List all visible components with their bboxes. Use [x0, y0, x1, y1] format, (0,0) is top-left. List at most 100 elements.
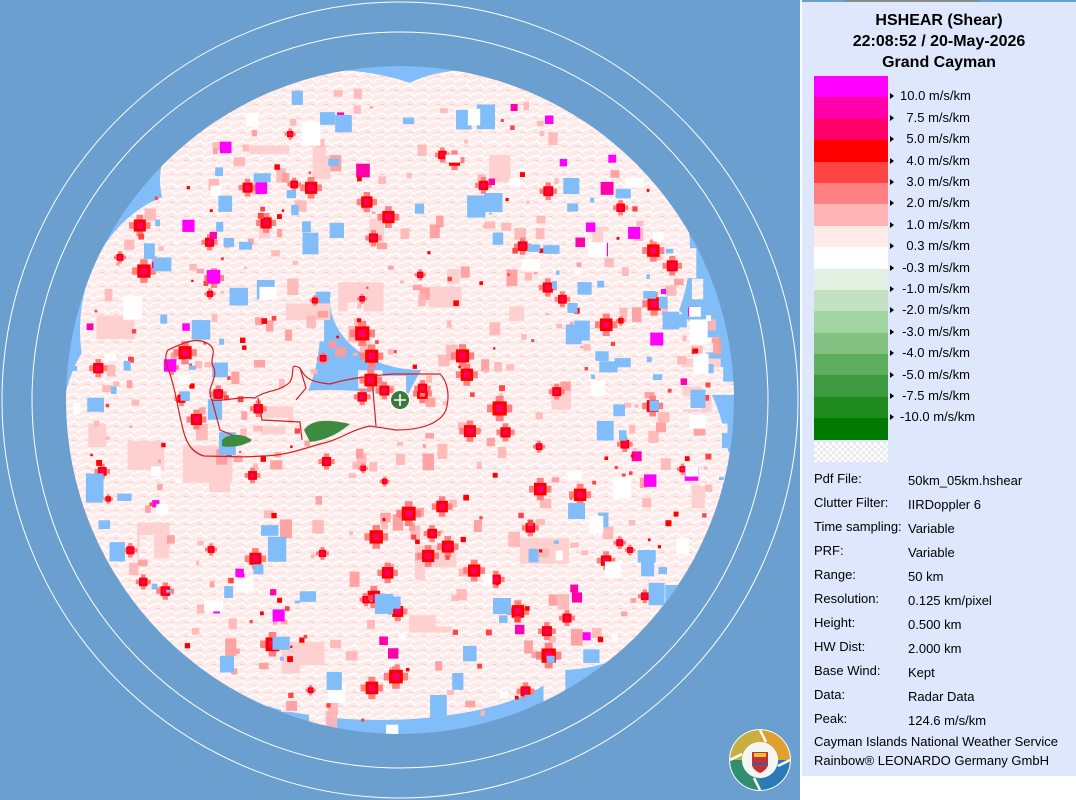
shear-fleck	[242, 345, 247, 350]
echo-speck	[157, 484, 163, 491]
echo-speck	[674, 278, 684, 286]
echo-speck	[677, 356, 687, 365]
echo-speck	[376, 242, 388, 250]
info-row: Range: 50 km	[814, 567, 1074, 585]
shear-fleck	[628, 471, 633, 475]
legend-tick-icon	[890, 221, 894, 228]
no-echo-patch	[604, 561, 622, 578]
no-echo-patch	[301, 121, 321, 146]
high-shear-fleck	[575, 237, 585, 248]
no-echo-patch	[591, 374, 596, 380]
echo-speck	[228, 618, 237, 630]
no-echo-patch	[386, 724, 399, 734]
no-echo-patch	[210, 185, 221, 197]
info-key: Data:	[814, 687, 846, 702]
legend-label: -4.0 m/s/km	[890, 345, 970, 360]
no-echo-patch	[253, 173, 271, 183]
echo-speck	[422, 453, 435, 471]
no-echo-patch	[527, 244, 541, 252]
echo-patch	[324, 582, 352, 604]
shear-fleck	[368, 595, 374, 601]
no-echo-patch	[294, 600, 300, 604]
shear-fleck	[277, 597, 283, 603]
echo-speck	[464, 139, 468, 144]
shear-fleck	[288, 692, 294, 698]
echo-speck	[157, 459, 161, 463]
legend-swatch	[814, 247, 888, 269]
legend-swatch	[814, 225, 888, 248]
echo-speck	[508, 531, 521, 547]
legend-tick-icon	[890, 328, 894, 335]
info-value: IIRDoppler 6	[908, 497, 981, 512]
shear-fleck	[294, 428, 300, 434]
no-echo-patch	[261, 525, 279, 536]
no-echo-patch	[719, 476, 724, 481]
radar-site-icon[interactable]	[390, 390, 410, 410]
echo-speck	[158, 246, 164, 251]
cayman-nws-logo-icon	[729, 729, 791, 791]
echo-speck	[196, 604, 205, 614]
no-echo-patch	[721, 432, 734, 449]
legend-tick-icon	[890, 200, 894, 207]
echo-patch	[525, 290, 537, 311]
shear-fleck	[512, 248, 518, 254]
shear-fleck	[667, 388, 672, 393]
info-row: Data: Radar Data	[814, 687, 1074, 705]
no-echo-patch	[319, 112, 335, 125]
legend-tick-icon	[890, 136, 894, 143]
no-echo-patch	[615, 188, 631, 199]
shear-fleck	[203, 281, 209, 286]
echo-speck	[220, 290, 224, 294]
info-value: 0.500 km	[908, 617, 962, 632]
echo-speck	[310, 369, 318, 375]
legend-label: 5.0 m/s/km	[890, 131, 970, 146]
echo-speck	[124, 239, 135, 250]
radar-map[interactable]	[0, 0, 800, 800]
shear-fleck	[520, 172, 525, 178]
no-data-swatch	[814, 442, 888, 462]
no-echo-patch	[219, 338, 225, 345]
echo-speck	[357, 303, 362, 309]
echo-patch	[710, 451, 734, 484]
shear-fleck	[630, 454, 634, 458]
echo-speck	[521, 333, 527, 340]
high-shear-fleck	[270, 589, 277, 596]
echo-speck	[195, 560, 200, 566]
no-echo-patch	[329, 222, 344, 239]
echo-speck	[523, 101, 529, 111]
echo-speck	[480, 710, 486, 717]
echo-speck	[380, 512, 391, 523]
echo-speck	[602, 526, 614, 540]
legend-swatch	[814, 268, 888, 290]
high-shear-fleck	[514, 624, 525, 635]
echo-speck	[476, 461, 482, 470]
info-key: Resolution:	[814, 591, 880, 606]
echo-speck	[310, 553, 315, 559]
shear-fleck	[105, 403, 110, 408]
no-echo-patch	[235, 577, 254, 593]
legend-tick-icon	[890, 350, 894, 357]
shear-fleck	[514, 695, 519, 700]
shear-fleck	[618, 319, 622, 323]
legend-label: -0.3 m/s/km	[890, 260, 970, 275]
echo-patch	[500, 618, 543, 652]
echo-speck	[199, 407, 206, 415]
shear-fleck	[290, 645, 293, 648]
shear-fleck	[592, 480, 597, 485]
legend-tick-icon	[890, 307, 894, 314]
echo-patch	[483, 653, 527, 682]
no-echo-patch	[72, 365, 78, 371]
legend-tick-icon	[890, 114, 894, 121]
no-echo-patch	[590, 380, 606, 396]
shear-fleck	[510, 125, 515, 130]
no-echo-patch	[528, 548, 539, 563]
info-value: 124.6 m/s/km	[908, 713, 987, 728]
shear-fleck	[452, 629, 458, 635]
echo-speck	[548, 132, 558, 145]
no-echo-patch	[483, 573, 493, 586]
echo-speck	[657, 412, 670, 423]
high-shear-fleck	[488, 178, 496, 186]
no-echo-patch	[286, 190, 297, 199]
echo-speck	[276, 228, 283, 238]
no-echo-patch	[117, 493, 132, 501]
